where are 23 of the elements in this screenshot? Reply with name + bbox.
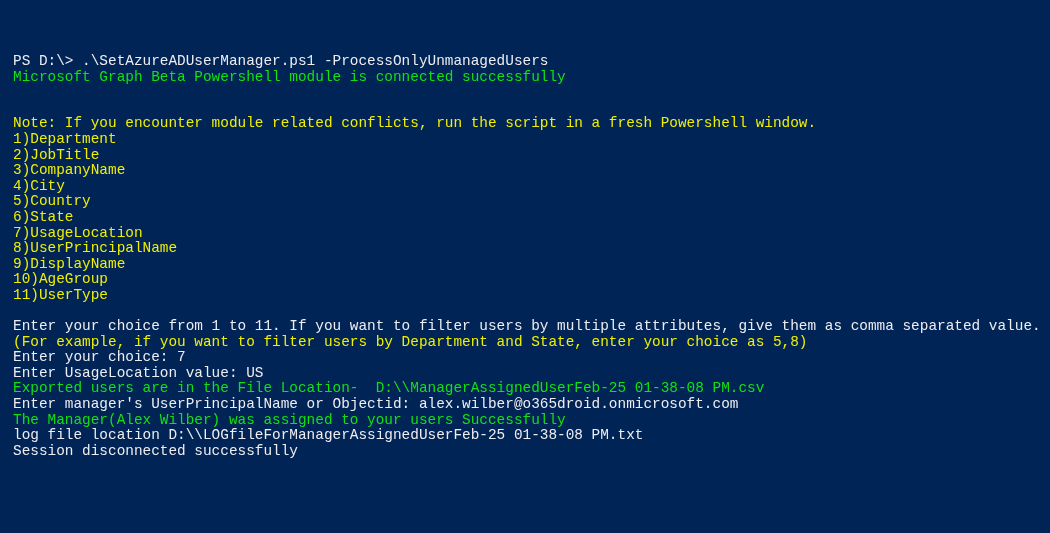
console-line: 9)DisplayName	[13, 256, 127, 272]
console-line: PS D:\> .\SetAzureADUserManager.ps1 -ProcessOnlyUnmanagedUsers	[13, 54, 550, 70]
console-line: 5)Country	[13, 194, 92, 210]
console-line: 11)UserType	[13, 287, 109, 304]
console-line: 6)State	[13, 209, 75, 226]
console-line: The Manager(Alex Wilber) was assigned to your users Successfully	[13, 412, 567, 428]
console-line: log file location D:\\LOGfileForManagerAssignedUserFeb-25 01-38-08 PM.txt	[13, 428, 645, 444]
console-line: (For example, if you want to filter users by Department and State, enter your choice as 5,8)	[13, 334, 809, 350]
console-line: 7)UsageLocation	[13, 225, 144, 241]
console-line: Microsoft Graph Beta Powershell module is connected successfully	[13, 69, 567, 86]
console-line: 8)UserPrincipalName	[13, 241, 179, 257]
console-line: 3)CompanyName	[13, 163, 127, 179]
console-line: Enter your choice from 1 to 11. If you want to filter users by multiple attributes, give them as comma separated value.	[13, 319, 1042, 335]
console-line: Exported users are in the File Location- D:\\ManagerAssignedUserFeb-25 01-38-08 PM.csv	[13, 381, 766, 397]
console-line: 2)JobTitle	[13, 147, 101, 163]
console-line: Enter your choice: 7	[13, 350, 187, 366]
console-line: 1)Department	[13, 131, 118, 148]
console-line: 10)AgeGroup	[13, 272, 109, 288]
console-line: Note: If you encounter module related conflicts, run the script in a fresh Powershell window.	[13, 116, 818, 132]
console-line: Enter UsageLocation value: US	[13, 365, 265, 381]
console-line: Session disconnected successfully	[13, 443, 299, 460]
console-line: Enter manager's UserPrincipalName or Objectid: alex.wilber@o365droid.onmicrosoft.com	[13, 397, 740, 413]
console-line: 4)City	[13, 178, 66, 194]
